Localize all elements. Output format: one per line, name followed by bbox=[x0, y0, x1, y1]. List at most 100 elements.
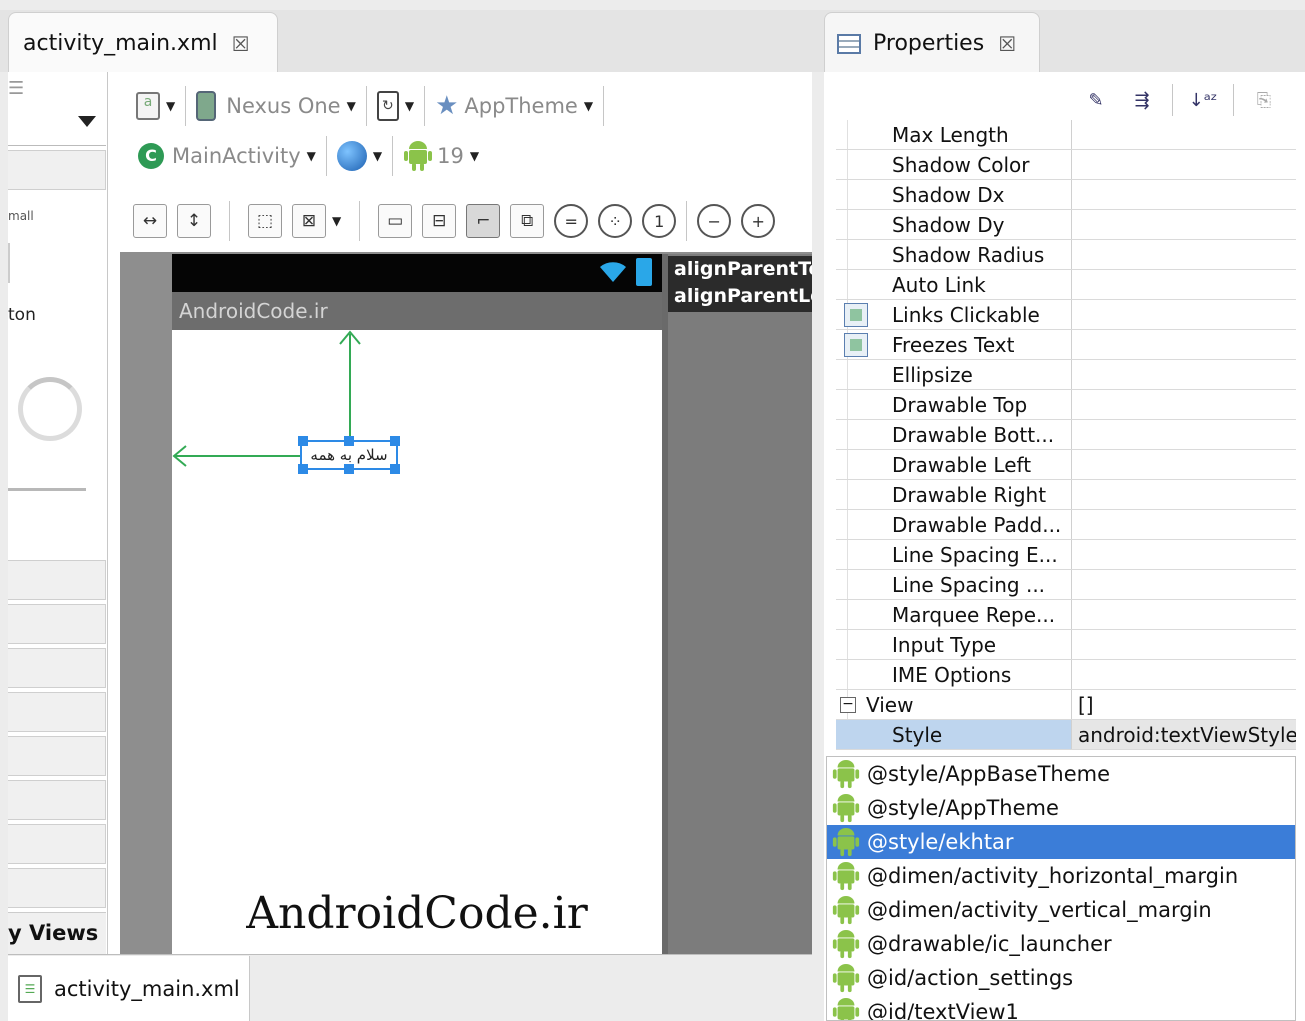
resize-handle[interactable] bbox=[390, 436, 400, 446]
property-value[interactable] bbox=[1072, 180, 1296, 209]
palette-category[interactable] bbox=[8, 692, 106, 732]
close-tab-icon[interactable]: ☒ bbox=[232, 32, 250, 56]
property-row[interactable]: Drawable Top bbox=[836, 390, 1296, 420]
toggle-fill-height-icon[interactable]: ↕ bbox=[177, 204, 211, 238]
property-row-style[interactable]: Style android:textViewStyle bbox=[836, 720, 1296, 750]
orientation-selector[interactable]: ↻ ▼ bbox=[376, 91, 414, 121]
property-row[interactable]: Links Clickable bbox=[836, 300, 1296, 330]
property-row[interactable]: Max Length bbox=[836, 120, 1296, 150]
palette-category[interactable] bbox=[8, 150, 106, 190]
style-value-editor[interactable]: android:textViewStyle bbox=[1072, 720, 1296, 749]
property-value[interactable] bbox=[1072, 300, 1296, 329]
palette-category[interactable] bbox=[8, 560, 106, 600]
property-row[interactable]: Line Spacing E... bbox=[836, 540, 1296, 570]
theme-selector[interactable]: ★ AppTheme ▼ bbox=[435, 91, 593, 121]
toggle-fill-width-icon[interactable]: ↔ bbox=[133, 204, 167, 238]
property-value[interactable] bbox=[1072, 570, 1296, 599]
seekbar-widget-icon[interactable] bbox=[8, 488, 86, 491]
dropdown-option[interactable]: @id/action_settings bbox=[827, 961, 1295, 995]
property-value[interactable] bbox=[1072, 630, 1296, 659]
property-value[interactable] bbox=[1072, 120, 1296, 149]
editor-tab[interactable]: activity_main.xml ☒ bbox=[8, 12, 278, 74]
palette-category[interactable] bbox=[8, 648, 106, 688]
dropdown-option[interactable]: @dimen/activity_horizontal_margin bbox=[827, 859, 1295, 893]
locale-selector[interactable]: ▼ bbox=[336, 141, 382, 171]
close-tab-icon[interactable]: ☒ bbox=[998, 32, 1016, 56]
dropdown-option[interactable]: @id/textView1 bbox=[827, 995, 1295, 1020]
property-row[interactable]: Marquee Repe... bbox=[836, 600, 1296, 630]
restore-default-icon[interactable]: ⎘ bbox=[1248, 84, 1280, 116]
property-value[interactable] bbox=[1072, 480, 1296, 509]
api-level-selector[interactable]: 19 ▼ bbox=[403, 140, 479, 172]
dropdown-option[interactable]: @style/AppTheme bbox=[827, 791, 1295, 825]
show-layout-bounds-icon[interactable]: ⌐ bbox=[466, 204, 501, 238]
resize-handle[interactable] bbox=[344, 436, 354, 446]
device-selector[interactable]: Nexus One ▼ bbox=[196, 91, 356, 121]
zoom-out-icon[interactable]: − bbox=[697, 204, 732, 238]
property-row[interactable]: Drawable Bott... bbox=[836, 420, 1296, 450]
property-group-view[interactable]: − View[] bbox=[836, 690, 1296, 720]
property-value[interactable] bbox=[1072, 540, 1296, 569]
property-value[interactable] bbox=[1072, 450, 1296, 479]
property-value[interactable] bbox=[1072, 150, 1296, 179]
property-checkbox[interactable] bbox=[844, 333, 868, 357]
property-row[interactable]: Ellipsize bbox=[836, 360, 1296, 390]
property-row[interactable]: Shadow Color bbox=[836, 150, 1296, 180]
layout-config-button[interactable]: a ▼ bbox=[136, 92, 175, 120]
palette-dropdown[interactable] bbox=[8, 110, 106, 146]
resize-handle[interactable] bbox=[390, 464, 400, 474]
edit-property-icon[interactable]: ✎ bbox=[1080, 84, 1112, 116]
resize-frame-icon[interactable]: ⧉ bbox=[510, 204, 545, 238]
zoom-real-size-icon[interactable]: ⁘ bbox=[598, 204, 633, 238]
palette-category[interactable] bbox=[8, 736, 106, 776]
property-value[interactable] bbox=[1072, 420, 1296, 449]
palette-category[interactable] bbox=[8, 868, 106, 908]
property-row[interactable]: Shadow Dx bbox=[836, 180, 1296, 210]
property-row[interactable]: Input Type bbox=[836, 630, 1296, 660]
property-value[interactable] bbox=[1072, 660, 1296, 689]
property-row[interactable]: Auto Link bbox=[836, 270, 1296, 300]
properties-tab[interactable]: Properties ☒ bbox=[824, 12, 1040, 74]
progressbar-widget-icon[interactable] bbox=[18, 377, 82, 441]
distribute-weights-icon[interactable]: ▭ bbox=[378, 204, 413, 238]
palette-category[interactable] bbox=[8, 780, 106, 820]
property-row[interactable]: Freezes Text bbox=[836, 330, 1296, 360]
property-value[interactable] bbox=[1072, 330, 1296, 359]
palette-category[interactable] bbox=[8, 824, 106, 864]
xml-source-tab[interactable]: ☰ activity_main.xml bbox=[8, 956, 250, 1021]
clear-weights-icon[interactable]: ⊟ bbox=[422, 204, 457, 238]
margins-icon[interactable]: ⬚ bbox=[248, 204, 282, 238]
property-checkbox[interactable] bbox=[844, 303, 868, 327]
dropdown-option[interactable]: @dimen/activity_vertical_margin bbox=[827, 893, 1295, 927]
property-row[interactable]: IME Options bbox=[836, 660, 1296, 690]
palette-button-label[interactable]: ton bbox=[8, 305, 36, 325]
property-value[interactable] bbox=[1072, 390, 1296, 419]
property-row[interactable]: Shadow Dy bbox=[836, 210, 1296, 240]
property-value[interactable] bbox=[1072, 240, 1296, 269]
property-row[interactable]: Drawable Left bbox=[836, 450, 1296, 480]
style-dropdown-list[interactable]: @style/AppBaseTheme @style/AppTheme @style… bbox=[826, 756, 1296, 1021]
palette-category-custom-views[interactable]: y Views bbox=[8, 912, 106, 954]
collapse-icon[interactable]: − bbox=[840, 697, 856, 713]
collapse-all-icon[interactable]: ⇶ bbox=[1126, 84, 1158, 116]
property-row[interactable]: Line Spacing ... bbox=[836, 570, 1296, 600]
property-row[interactable]: Drawable Padd... bbox=[836, 510, 1296, 540]
property-value[interactable] bbox=[1072, 510, 1296, 539]
dropdown-option[interactable]: @style/ekhtar bbox=[827, 825, 1295, 859]
property-row[interactable]: Shadow Radius bbox=[836, 240, 1296, 270]
property-value[interactable] bbox=[1072, 210, 1296, 239]
zoom-in-icon[interactable]: + bbox=[741, 204, 776, 238]
zoom-100-icon[interactable]: 1 bbox=[642, 204, 677, 238]
resize-handle[interactable] bbox=[298, 464, 308, 474]
dropdown-option[interactable]: @style/AppBaseTheme bbox=[827, 757, 1295, 791]
zoom-to-fit-icon[interactable]: = bbox=[554, 204, 589, 238]
property-row[interactable]: Drawable Right bbox=[836, 480, 1296, 510]
property-value[interactable] bbox=[1072, 270, 1296, 299]
property-value[interactable] bbox=[1072, 360, 1296, 389]
palette-category[interactable] bbox=[8, 604, 106, 644]
palette-menu-icon[interactable]: ☰ bbox=[8, 78, 24, 99]
activity-selector[interactable]: C MainActivity ▼ bbox=[138, 143, 316, 169]
gravity-selector[interactable]: ⊠ ▼ bbox=[292, 204, 341, 238]
resize-handle[interactable] bbox=[298, 436, 308, 446]
sort-alphabetical-icon[interactable]: ↓ᵃᶻ bbox=[1187, 84, 1219, 116]
